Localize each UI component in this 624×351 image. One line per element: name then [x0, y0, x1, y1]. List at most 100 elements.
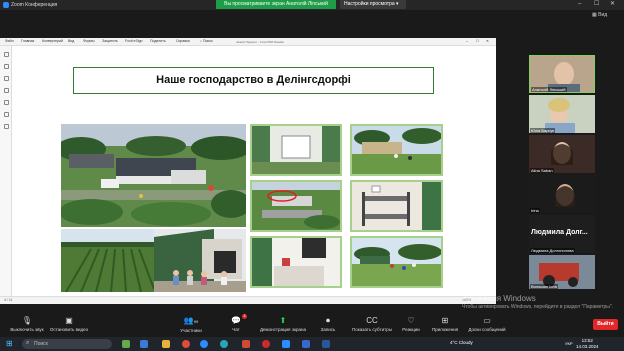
share-screen-button[interactable]: ⬆ Демонстрация экрана — [257, 315, 309, 332]
camera-icon: ▣ — [65, 316, 73, 325]
taskbar-clock[interactable]: 13:52 14.03.2024 — [576, 338, 599, 350]
search-panel-icon[interactable] — [4, 124, 9, 129]
menu-home[interactable]: Главная — [21, 39, 34, 43]
chrome-icon[interactable] — [182, 340, 190, 348]
menu-protect[interactable]: Защитить — [102, 39, 118, 43]
chat-button[interactable]: 💬 3 Чат — [211, 314, 261, 332]
maximize-icon[interactable]: ☐ — [476, 39, 479, 43]
edge-icon[interactable] — [220, 340, 228, 348]
opera-icon[interactable] — [262, 340, 270, 348]
stop-video-button[interactable]: ▣ Остановить видео — [44, 315, 94, 332]
bunk-bed-room-photo — [350, 180, 443, 232]
barn-interior-photo — [250, 124, 342, 176]
reader-menu-bar: Файл Главная Конвертерий Вид Формы Защит… — [0, 38, 496, 46]
word-icon[interactable] — [322, 340, 330, 348]
field-work-photo — [350, 236, 443, 288]
thumbnails-icon[interactable] — [4, 64, 9, 69]
participant-name: Людмила Долгополова — [530, 248, 575, 253]
zoom-taskbar-icon[interactable] — [200, 340, 208, 348]
presentation-slide: Наше господарство в Делінгсдорфі — [18, 50, 483, 295]
reader-status-bar: 4 / 11 100% — [0, 296, 496, 304]
participant-tile[interactable]: Волошин Іоля — [529, 255, 595, 289]
accommodation-aerial-photo — [250, 180, 342, 232]
leave-meeting-button[interactable]: Выйти — [593, 319, 618, 330]
menu-view[interactable]: Вид — [68, 39, 74, 43]
close-icon[interactable]: ✕ — [486, 39, 489, 43]
layers-icon[interactable] — [4, 88, 9, 93]
menu-help[interactable]: Справка — [176, 39, 190, 43]
windows-start-icon[interactable]: ⊞ — [6, 340, 13, 348]
search-label: Поиск — [34, 341, 48, 347]
slide-title: Наше господарство в Делінгсдорфі — [73, 67, 434, 94]
clock-date: 14.03.2024 — [576, 344, 599, 349]
participant-tile[interactable]: Анатолій Ліпський — [529, 55, 595, 93]
reader-side-panel — [0, 46, 12, 296]
kitchen-photo — [250, 236, 342, 288]
potato-field-photo — [61, 229, 154, 292]
view-button[interactable]: ▦ Вид — [592, 12, 607, 18]
view-options-label: Настройки просмотра — [344, 1, 395, 7]
search-field[interactable]: ⌕ Поиск — [200, 39, 213, 43]
task-view-icon[interactable] — [140, 340, 148, 348]
participant-name: Анатолій Ліпський — [531, 87, 567, 92]
title-bar: Zoom Конференция Вы просматриваете экран… — [0, 0, 624, 10]
group-by-shed-photo — [154, 229, 246, 292]
menu-file[interactable]: Файл — [5, 39, 14, 43]
participant-tile[interactable]: Людмила Долг... Людмила Долгополова — [529, 215, 595, 253]
participant-name: Alina Saban — [530, 168, 554, 173]
close-icon[interactable]: ✕ — [610, 0, 615, 8]
search-icon: ⌕ — [200, 39, 202, 43]
attachment-icon[interactable] — [4, 100, 9, 105]
participant-display-name: Людмила Долг... — [531, 229, 588, 236]
chat-badge: 3 — [242, 314, 247, 319]
participant-tile[interactable]: Юлія Барсук — [529, 95, 595, 133]
participants-button[interactable]: 👥99 Участники — [166, 315, 216, 333]
menu-convert[interactable]: Конвертерий — [42, 39, 63, 43]
view-options-button[interactable]: Настройки просмотра ▾ — [340, 0, 406, 9]
menu-forms[interactable]: Формы — [83, 39, 94, 43]
meeting-toolbar: 🎙 Выключить звук ▣ Остановить видео 👥99 Уча… — [0, 313, 624, 337]
shared-screen: Файл Главная Конвертерий Вид Формы Защит… — [0, 38, 496, 304]
participant-name: Юлія Барсук — [530, 128, 556, 133]
share-screen-icon: ⬆ — [279, 316, 287, 325]
windows-activation-watermark: Активация Windows — [462, 294, 536, 303]
menu-share[interactable]: Поделить — [150, 39, 166, 43]
screen-share-banner[interactable]: Вы просматриваете экран Анатолій Ліпськи… — [216, 0, 336, 9]
bookmark-icon[interactable] — [4, 52, 9, 57]
participant-name: Волошин Іоля — [530, 284, 558, 289]
participant-name: Irina — [530, 208, 540, 213]
participant-tile[interactable]: Irina — [529, 175, 595, 213]
minimize-icon[interactable]: – — [578, 0, 581, 8]
outlook-icon[interactable] — [302, 340, 310, 348]
zoom-app-icon[interactable] — [282, 340, 290, 348]
weather-widget[interactable]: 4°C Cloudy — [450, 340, 473, 345]
whiteboards-button[interactable]: ▭ Доски сообщений — [462, 315, 512, 332]
language-indicator[interactable]: УКР — [565, 341, 573, 346]
whiteboard-icon: ▭ — [483, 316, 491, 325]
search-icon: ⌕ — [26, 340, 30, 346]
page-number[interactable]: 4 / 11 — [4, 298, 13, 302]
windows-activation-note: Чтобы активировать Windows, перейдите в … — [462, 304, 614, 310]
zoom-logo-icon — [3, 2, 9, 8]
maximize-icon[interactable]: ☐ — [594, 0, 599, 8]
powerpoint-icon[interactable] — [242, 340, 250, 348]
view-button-label: Вид — [598, 12, 608, 18]
signature-icon[interactable] — [4, 112, 9, 117]
chat-icon: 💬 — [231, 316, 241, 325]
chevron-down-icon: ▾ — [396, 1, 399, 7]
windows-taskbar: ⊞ Поиск ⌕ 4°C Cloudy УКР 13:52 14.03.202… — [0, 337, 624, 351]
participant-tile[interactable]: Alina Saban — [529, 135, 595, 173]
comment-icon[interactable] — [4, 76, 9, 81]
widgets-icon[interactable] — [122, 340, 130, 348]
minimize-icon[interactable]: – — [466, 39, 468, 43]
participants-icon: 👥99 — [183, 316, 199, 325]
document-title: шкаля Презент... Foxit PDF Reader — [236, 40, 285, 44]
grid-icon: ▦ — [592, 12, 597, 18]
file-explorer-icon[interactable] — [162, 340, 170, 348]
search-label: Поиск — [202, 39, 213, 43]
farmyard-photo — [350, 124, 443, 176]
menu-esign[interactable]: Foxit eSign — [125, 39, 143, 43]
window-title: Zoom Конференция — [11, 2, 58, 8]
farm-aerial-photo — [61, 124, 246, 227]
taskbar-search[interactable]: Поиск — [22, 339, 112, 349]
